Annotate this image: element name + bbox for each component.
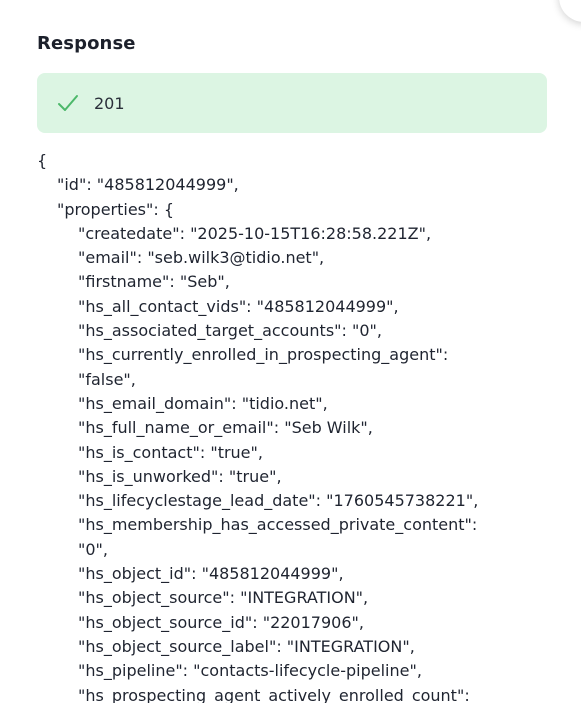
- json-line: "hs_object_source_label": "INTEGRATION",: [78, 636, 415, 656]
- json-line: "hs_object_source_id": "22017906",: [78, 612, 364, 632]
- json-line: "hs_is_unworked": "true",: [78, 466, 282, 486]
- status-code: 201: [94, 93, 125, 113]
- json-line: "hs_is_contact": "true",: [78, 442, 263, 462]
- json-line: "hs_full_name_or_email": "Seb Wilk",: [78, 418, 373, 438]
- json-line: "hs_membership_has_accessed_private_cont…: [78, 515, 478, 535]
- json-line: "id": "485812044999",: [57, 175, 239, 195]
- json-line: "properties": {: [57, 199, 175, 219]
- json-line: "hs_lifecyclestage_lead_date": "17605457…: [78, 491, 479, 511]
- json-line: "false",: [78, 369, 136, 389]
- json-line: "createdate": "2025-10-15T16:28:58.221Z"…: [78, 223, 432, 243]
- json-line: "hs_associated_target_accounts": "0",: [78, 321, 382, 341]
- check-icon: [57, 92, 79, 114]
- json-line: "hs_all_contact_vids": "485812044999",: [78, 296, 399, 316]
- status-box: 201: [37, 73, 547, 133]
- json-line: "hs_object_id": "485812044999",: [78, 564, 344, 584]
- json-line: "email": "seb.wilk3@tidio.net",: [78, 248, 325, 268]
- json-line: "hs_pipeline": "contacts-lifecycle-pipel…: [78, 661, 422, 681]
- response-title: Response: [37, 33, 136, 54]
- json-line: "hs_currently_enrolled_in_prospecting_ag…: [78, 345, 449, 365]
- json-line: "hs_prospecting_agent_actively_enrolled_…: [78, 685, 470, 703]
- json-line: "hs_email_domain": "tidio.net",: [78, 393, 328, 413]
- response-json-body: { "id": "485812044999", "properties": { "cr…: [37, 149, 557, 703]
- response-panel: Response 201 { "id": "485812044999", "prop…: [0, 0, 581, 703]
- json-line: "0",: [78, 539, 108, 559]
- json-line: {: [37, 151, 48, 170]
- json-line: "firstname": "Seb",: [78, 272, 230, 292]
- json-line: "hs_object_source": "INTEGRATION",: [78, 588, 369, 608]
